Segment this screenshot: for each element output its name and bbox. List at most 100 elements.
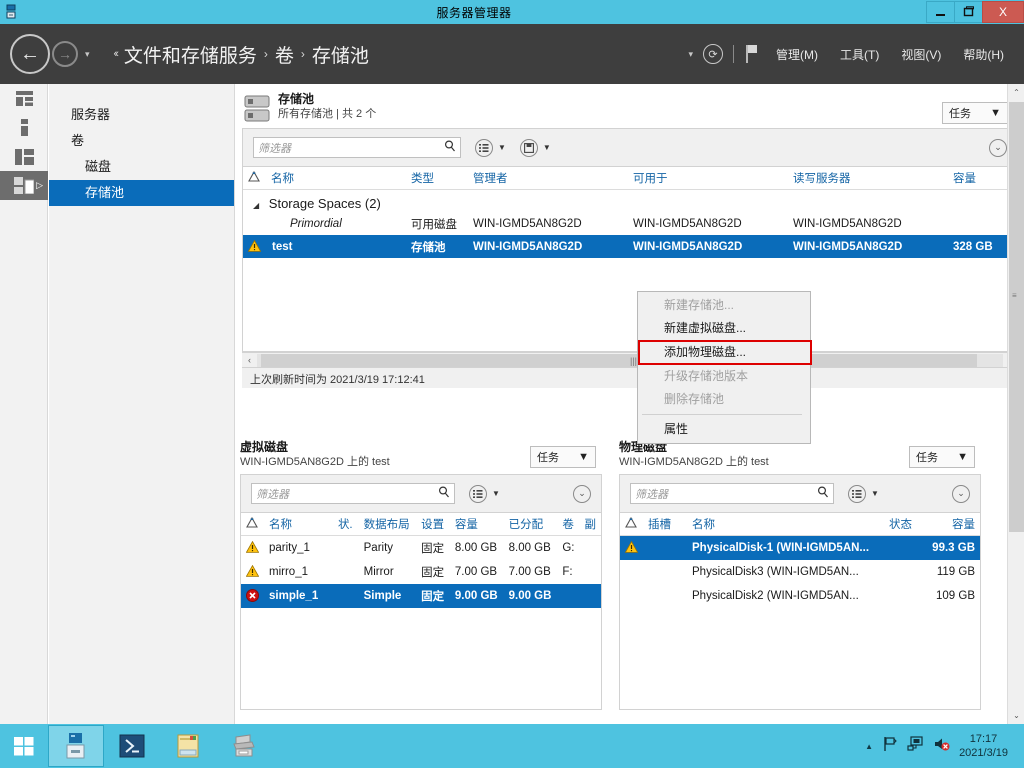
list-view-icon[interactable] bbox=[848, 484, 866, 503]
column-name[interactable]: 名称 bbox=[264, 513, 333, 536]
breadcrumb-item-1[interactable]: 卷 bbox=[275, 41, 294, 68]
save-icon[interactable] bbox=[519, 138, 538, 157]
rail-expand-chevron-icon[interactable]: ▷ bbox=[36, 180, 43, 191]
storage-pools-filter-input[interactable]: 筛选器 bbox=[253, 137, 461, 158]
column-extra[interactable]: 副 bbox=[579, 513, 601, 536]
column-capacity[interactable]: 容量 bbox=[924, 513, 980, 536]
table-row[interactable]: Primordial 可用磁盘 WIN-IGMD5AN8G2D WIN-IGMD… bbox=[243, 213, 1017, 235]
tray-expand-icon[interactable]: ▲ bbox=[865, 742, 873, 751]
save-view-chevron-icon[interactable]: ▼ bbox=[543, 143, 551, 152]
search-icon[interactable] bbox=[444, 140, 456, 155]
ctx-properties[interactable]: 属性 bbox=[638, 418, 810, 441]
breadcrumb-item-2[interactable]: 存储池 bbox=[312, 41, 369, 68]
table-row[interactable]: PhysicalDisk3 (WIN-IGMD5AN... 119 GB bbox=[620, 560, 980, 584]
list-view-icon[interactable] bbox=[469, 484, 487, 503]
column-status-icon[interactable] bbox=[241, 513, 264, 536]
table-row[interactable]: parity_1 Parity 固定 8.00 GB 8.00 GB G: bbox=[241, 536, 601, 560]
notifications-flag-icon[interactable] bbox=[744, 44, 760, 64]
list-view-chevron-icon[interactable]: ▼ bbox=[492, 489, 500, 498]
volume-muted-icon[interactable] bbox=[933, 736, 950, 757]
table-row[interactable]: PhysicalDisk2 (WIN-IGMD5AN... 109 GB bbox=[620, 584, 980, 608]
rail-item-local-server[interactable] bbox=[0, 113, 48, 142]
taskbar-server-manager[interactable] bbox=[48, 725, 104, 767]
virtual-disks-tasks-button[interactable]: 任务 ▼ bbox=[530, 446, 596, 468]
search-icon[interactable] bbox=[438, 486, 450, 501]
column-status-icon[interactable] bbox=[243, 167, 266, 190]
column-allocated[interactable]: 已分配 bbox=[503, 513, 558, 536]
column-status-icon[interactable] bbox=[620, 513, 643, 536]
breadcrumb-item-0[interactable]: 文件和存储服务 bbox=[124, 41, 257, 68]
table-row[interactable]: simple_1 Simple 固定 9.00 GB 9.00 GB bbox=[241, 583, 601, 608]
vscroll-thumb[interactable] bbox=[1009, 102, 1024, 532]
column-provisioning[interactable]: 设置 bbox=[416, 513, 450, 536]
column-manager[interactable]: 管理者 bbox=[468, 167, 628, 190]
taskbar-clock[interactable]: 17:17 2021/3/19 bbox=[959, 732, 1014, 760]
group-collapse-icon[interactable]: ◢ bbox=[253, 201, 259, 210]
physical-disks-filter-input[interactable]: 筛选器 bbox=[630, 483, 834, 504]
sidebar-item-storage-pools[interactable]: 存储池 bbox=[49, 180, 234, 206]
rail-item-file-storage-services[interactable]: ▷ bbox=[0, 171, 48, 200]
expand-filter-chevron-icon[interactable]: ⌄ bbox=[573, 484, 591, 503]
menu-manage[interactable]: 管理(M) bbox=[770, 46, 824, 63]
list-view-chevron-icon[interactable]: ▼ bbox=[498, 143, 506, 152]
expand-filter-chevron-icon[interactable]: ⌄ bbox=[952, 484, 970, 503]
taskbar-notepad[interactable] bbox=[160, 725, 216, 767]
nav-more-caret-icon[interactable]: ▾ bbox=[688, 49, 693, 60]
minimize-button[interactable] bbox=[926, 1, 954, 23]
table-row[interactable]: mirro_1 Mirror 固定 7.00 GB 7.00 GB F: bbox=[241, 560, 601, 584]
scroll-down-icon[interactable]: ⌄ bbox=[1008, 707, 1024, 724]
ctx-new-virtual-disk[interactable]: 新建虚拟磁盘... bbox=[638, 317, 810, 340]
storage-pools-title: 存储池 bbox=[278, 92, 315, 106]
column-state[interactable]: 状. bbox=[332, 513, 359, 536]
network-icon[interactable] bbox=[907, 735, 924, 757]
breadcrumb-lead-icon[interactable]: ‹‹ bbox=[114, 48, 120, 60]
column-name[interactable]: 名称 bbox=[687, 513, 884, 536]
column-volume[interactable]: 卷 bbox=[557, 513, 580, 536]
content-vscrollbar[interactable]: ⌃ ≡ ⌄ bbox=[1007, 84, 1024, 724]
virtual-disks-panel: 虚拟磁盘 WIN-IGMD5AN8G2D 上的 test 任务 ▼ 筛选器 ▼ … bbox=[240, 440, 602, 710]
forward-button[interactable]: → bbox=[52, 41, 78, 67]
sidebar-item-volumes[interactable]: 卷 bbox=[49, 128, 234, 154]
refresh-icon[interactable]: ⟳ bbox=[703, 44, 723, 64]
rail-item-dashboard[interactable] bbox=[0, 84, 48, 113]
list-view-icon[interactable] bbox=[475, 138, 493, 157]
expand-filter-chevron-icon[interactable]: ⌄ bbox=[989, 138, 1007, 157]
scroll-up-icon[interactable]: ⌃ bbox=[1008, 84, 1024, 101]
close-button[interactable]: X bbox=[982, 1, 1024, 23]
list-view-chevron-icon[interactable]: ▼ bbox=[871, 489, 879, 498]
taskbar-powershell[interactable] bbox=[104, 725, 160, 767]
taskbar-printer[interactable] bbox=[216, 725, 272, 767]
column-slot[interactable]: 插槽 bbox=[643, 513, 687, 536]
column-capacity[interactable]: 容量 bbox=[449, 513, 504, 536]
column-available-for[interactable]: 可用于 bbox=[628, 167, 788, 190]
search-icon[interactable] bbox=[817, 486, 829, 501]
menu-tools[interactable]: 工具(T) bbox=[834, 46, 885, 63]
table-group-row[interactable]: ◢ Storage Spaces (2) bbox=[243, 190, 1017, 214]
scroll-left-icon[interactable]: ‹ bbox=[242, 355, 257, 365]
sidebar-item-servers[interactable]: 服务器 bbox=[49, 102, 234, 128]
hscroll-thumb[interactable] bbox=[261, 353, 978, 367]
history-dropdown-icon[interactable]: ▾ bbox=[85, 49, 90, 60]
table-row[interactable]: test 存储池 WIN-IGMD5AN8G2D WIN-IGMD5AN8G2D… bbox=[243, 235, 1017, 258]
rail-item-all-servers[interactable] bbox=[0, 142, 48, 171]
column-rw-server[interactable]: 读写服务器 bbox=[788, 167, 948, 190]
pool-context-menu[interactable]: 新建存储池... 新建虚拟磁盘... 添加物理磁盘... 升级存储池版本 删除存… bbox=[637, 291, 812, 444]
column-name[interactable]: 名称 bbox=[266, 167, 406, 190]
storage-pools-tasks-button[interactable]: 任务 ▼ bbox=[942, 102, 1008, 124]
start-button[interactable] bbox=[0, 724, 48, 768]
action-center-flag-icon[interactable] bbox=[882, 736, 898, 757]
hscroll-track[interactable]: ||| bbox=[257, 353, 1003, 367]
storage-pools-hscrollbar[interactable]: ‹ ||| › bbox=[242, 352, 1018, 367]
column-state[interactable]: 状态 bbox=[884, 513, 924, 536]
table-row[interactable]: PhysicalDisk-1 (WIN-IGMD5AN... 99.3 GB bbox=[620, 535, 980, 560]
back-button[interactable]: ← bbox=[10, 34, 50, 74]
sidebar-item-disks[interactable]: 磁盘 bbox=[49, 154, 234, 180]
menu-help[interactable]: 帮助(H) bbox=[957, 46, 1010, 63]
menu-view[interactable]: 视图(V) bbox=[895, 46, 947, 63]
column-type[interactable]: 类型 bbox=[406, 167, 468, 190]
restore-button[interactable] bbox=[954, 1, 982, 23]
virtual-disks-filter-input[interactable]: 筛选器 bbox=[251, 483, 455, 504]
column-layout[interactable]: 数据布局 bbox=[358, 513, 417, 536]
title-bar: 服务器管理器 X bbox=[0, 0, 1024, 24]
physical-disks-tasks-button[interactable]: 任务 ▼ bbox=[909, 446, 975, 468]
